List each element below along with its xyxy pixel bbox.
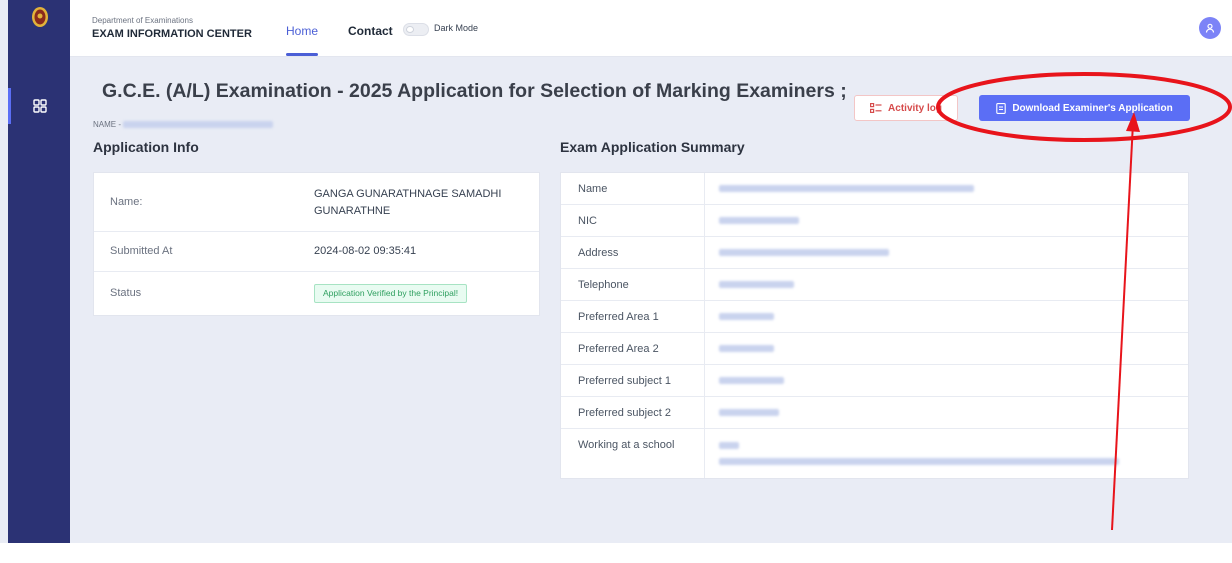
active-tab-underline — [286, 53, 318, 56]
summary-title: Exam Application Summary — [560, 139, 745, 155]
redacted-name — [123, 121, 274, 129]
document-icon — [996, 102, 1007, 114]
name-prefix: NAME - — [93, 120, 121, 129]
summary-label: Working at a school — [561, 429, 705, 478]
toggle-knob — [406, 26, 414, 33]
info-value: 2024-08-02 09:35:41 — [314, 245, 417, 257]
summary-label: Preferred subject 2 — [561, 397, 705, 428]
redacted-value — [719, 345, 774, 352]
info-label: Status — [110, 287, 142, 299]
redacted-value — [719, 185, 974, 192]
redacted-value — [719, 217, 799, 224]
redacted-value — [719, 458, 1119, 465]
download-application-label: Download Examiner's Application — [1012, 102, 1173, 114]
department-name: Department of Examinations — [92, 16, 193, 25]
table-row: Preferred subject 2 — [561, 397, 1188, 429]
nav-contact-link[interactable]: Contact — [348, 24, 393, 38]
table-row: Preferred subject 1 — [561, 365, 1188, 397]
summary-label: Preferred Area 2 — [561, 333, 705, 364]
redacted-value — [719, 442, 739, 449]
download-application-button[interactable]: Download Examiner's Application — [979, 95, 1190, 121]
table-row: NIC — [561, 205, 1188, 237]
user-avatar[interactable] — [1199, 17, 1221, 39]
table-row: Working at a school — [561, 429, 1188, 478]
dark-mode-label: Dark Mode — [434, 23, 479, 33]
user-icon — [1205, 23, 1215, 33]
activity-log-label: Activity log — [888, 102, 942, 114]
top-navbar: Department of Examinations EXAM INFORMAT… — [70, 0, 1232, 57]
info-row-status: Status Application Verified by the Princ… — [94, 272, 539, 316]
redacted-value — [719, 313, 774, 320]
sidebar-active-indicator — [8, 88, 11, 124]
sidebar — [8, 0, 70, 543]
info-label: Name: — [110, 196, 143, 208]
summary-label: Preferred subject 1 — [561, 365, 705, 396]
grid-icon — [33, 99, 47, 113]
info-row-submitted: Submitted At 2024-08-02 09:35:41 — [94, 232, 539, 272]
info-label: Submitted At — [110, 245, 173, 257]
table-row: Name — [561, 173, 1188, 205]
dark-mode-toggle[interactable] — [403, 23, 429, 36]
redacted-value — [719, 377, 784, 384]
list-icon — [870, 103, 882, 113]
activity-log-button[interactable]: Activity log — [854, 95, 958, 121]
redacted-value — [719, 281, 794, 288]
page-title: G.C.E. (A/L) Examination - 2025 Applicat… — [102, 80, 847, 102]
table-row: Address — [561, 237, 1188, 269]
info-value: GANGA GUNARATHNAGE SAMADHI GUNARATHNE — [314, 188, 502, 217]
summary-label: Name — [561, 173, 705, 204]
sidebar-item-dashboard[interactable] — [26, 92, 54, 120]
applicant-name-line: NAME - — [93, 120, 274, 129]
status-badge: Application Verified by the Principal! — [314, 284, 468, 303]
info-row-name: Name: GANGA GUNARATHNAGE SAMADHI GUNARAT… — [94, 173, 539, 232]
summary-label: Telephone — [561, 269, 705, 300]
brand: Department of Examinations EXAM INFORMAT… — [92, 16, 252, 40]
app-name: EXAM INFORMATION CENTER — [92, 28, 252, 40]
table-row: Telephone — [561, 269, 1188, 301]
nav-home-link[interactable]: Home — [286, 24, 318, 38]
app-screen: Department of Examinations EXAM INFORMAT… — [0, 0, 1232, 543]
table-row: Preferred Area 1 — [561, 301, 1188, 333]
table-row: Preferred Area 2 — [561, 333, 1188, 365]
application-info-title: Application Info — [93, 139, 199, 155]
summary-label: Address — [561, 237, 705, 268]
redacted-value — [719, 249, 889, 256]
application-info-card: Name: GANGA GUNARATHNAGE SAMADHI GUNARAT… — [93, 172, 540, 316]
redacted-value — [719, 409, 779, 416]
summary-label: NIC — [561, 205, 705, 236]
summary-label: Preferred Area 1 — [561, 301, 705, 332]
exam-application-summary-table: Name NIC Address Telephone Preferred Are… — [560, 172, 1189, 479]
emblem-logo-icon — [32, 7, 48, 27]
